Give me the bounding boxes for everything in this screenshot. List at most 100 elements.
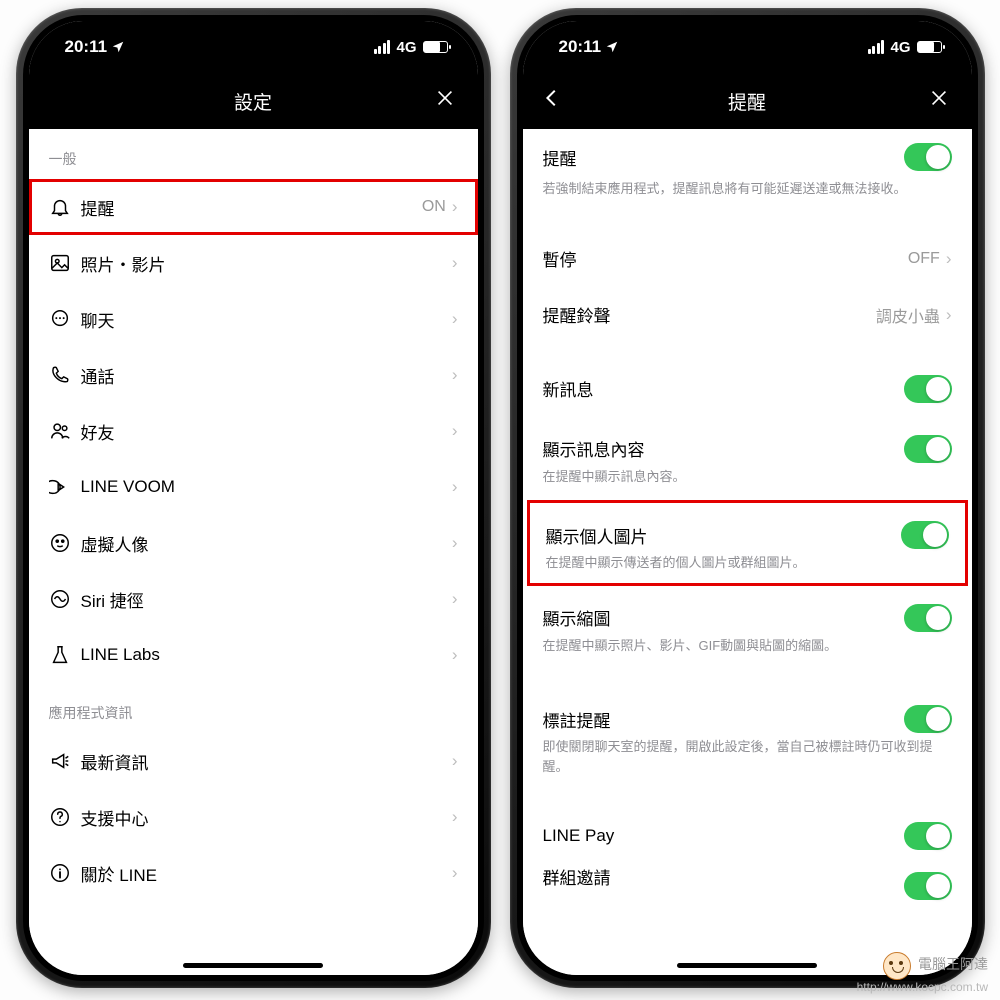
row-label: 標註提醒 xyxy=(543,707,904,732)
chevron-right-icon: › xyxy=(946,249,952,269)
notification-settings-list[interactable]: 提醒 若強制結束應用程式，提醒訊息將有可能延遲送達或無法接收。 暫停 OFF ›… xyxy=(523,129,972,975)
watermark: 電腦王阿達 http://www.kocpc.com.tw xyxy=(857,952,988,994)
toggle-line-pay[interactable] xyxy=(904,822,952,850)
row-label: 新訊息 xyxy=(543,376,904,401)
row-value: ON xyxy=(422,198,446,216)
chevron-right-icon: › xyxy=(452,807,458,827)
row-friends[interactable]: 好友 › xyxy=(29,403,478,459)
row-line-voom[interactable]: LINE VOOM › xyxy=(29,459,478,515)
row-news[interactable]: 最新資訊 › xyxy=(29,733,478,789)
row-notifications[interactable]: 提醒 ON › xyxy=(29,179,478,235)
row-desc: 若強制結束應用程式，提醒訊息將有可能延遲送達或無法接收。 xyxy=(523,179,972,213)
toggle-master-notification[interactable] xyxy=(904,143,952,171)
row-master-notification[interactable]: 提醒 xyxy=(523,129,972,185)
row-label: LINE Pay xyxy=(543,826,904,846)
row-siri[interactable]: Siri 捷徑 › xyxy=(29,571,478,627)
watermark-face-icon xyxy=(883,952,911,980)
chevron-right-icon: › xyxy=(452,477,458,497)
row-calls[interactable]: 通話 › xyxy=(29,347,478,403)
chevron-right-icon: › xyxy=(452,253,458,273)
status-time: 20:11 xyxy=(65,37,108,57)
navbar-left: 設定 xyxy=(29,73,478,129)
location-arrow-icon xyxy=(111,40,125,54)
info-icon xyxy=(49,862,71,884)
row-label: 關於 LINE xyxy=(81,861,452,886)
chevron-right-icon: › xyxy=(452,645,458,665)
row-pause[interactable]: 暫停 OFF › xyxy=(523,231,972,287)
chevron-right-icon: › xyxy=(452,533,458,553)
row-new-message[interactable]: 新訊息 xyxy=(523,361,972,417)
chevron-right-icon: › xyxy=(452,309,458,329)
row-desc: 在提醒中顯示傳送者的個人圖片或群組圖片。 xyxy=(530,553,965,579)
row-group-invite-cut[interactable]: 群組邀請 xyxy=(523,864,972,888)
row-label: 虛擬人像 xyxy=(81,531,452,556)
row-label: 提醒 xyxy=(81,195,422,220)
chevron-left-icon xyxy=(541,87,563,109)
chevron-right-icon: › xyxy=(452,421,458,441)
toggle-show-thumbnail[interactable] xyxy=(904,604,952,632)
row-about[interactable]: 關於 LINE › xyxy=(29,845,478,901)
chevron-right-icon: › xyxy=(452,365,458,385)
siri-icon xyxy=(49,588,71,610)
row-support[interactable]: 支援中心 › xyxy=(29,789,478,845)
home-indicator[interactable] xyxy=(183,963,323,968)
section-header-general: 一般 xyxy=(29,129,478,179)
toggle-show-avatar[interactable] xyxy=(901,521,949,549)
page-title: 設定 xyxy=(234,88,272,115)
row-ringtone[interactable]: 提醒鈴聲 調皮小蟲 › xyxy=(523,287,972,343)
phone-right: 20:11 4G 提醒 提醒 若強制結束應用程式，提醒訊息將有可 xyxy=(510,8,985,988)
row-desc: 在提醒中顯示照片、影片、GIF動圖與貼圖的縮圖。 xyxy=(523,636,972,670)
row-label: LINE Labs xyxy=(81,645,452,665)
row-label: 通話 xyxy=(81,363,452,388)
row-show-avatar[interactable]: 顯示個人圖片 xyxy=(530,503,965,559)
home-indicator[interactable] xyxy=(677,963,817,968)
row-value: 調皮小蟲 xyxy=(876,303,940,327)
signal-bars-icon xyxy=(374,40,391,54)
row-line-labs[interactable]: LINE Labs › xyxy=(29,627,478,683)
chat-icon xyxy=(49,308,71,330)
battery-icon xyxy=(423,41,448,53)
notch xyxy=(168,21,338,53)
toggle-new-message[interactable] xyxy=(904,375,952,403)
close-button[interactable] xyxy=(928,87,950,115)
page-title: 提醒 xyxy=(728,88,766,115)
bell-icon xyxy=(49,196,71,218)
row-label: 顯示個人圖片 xyxy=(546,523,901,548)
row-show-content[interactable]: 顯示訊息內容 xyxy=(523,417,972,473)
megaphone-icon xyxy=(49,750,71,772)
row-show-thumbnail[interactable]: 顯示縮圖 xyxy=(523,586,972,642)
settings-list[interactable]: 一般 提醒 ON › 照片・影片 › 聊天 › 通話 › xyxy=(29,129,478,975)
row-photos-videos[interactable]: 照片・影片 › xyxy=(29,235,478,291)
signal-bars-icon xyxy=(868,40,885,54)
friends-icon xyxy=(49,420,71,442)
toggle-mention[interactable] xyxy=(904,705,952,733)
flask-icon xyxy=(49,644,71,666)
row-mention[interactable]: 標註提醒 xyxy=(523,687,972,743)
close-button[interactable] xyxy=(434,87,456,115)
back-button[interactable] xyxy=(541,87,563,115)
row-label: 提醒 xyxy=(543,145,904,170)
battery-icon xyxy=(917,41,942,53)
image-icon xyxy=(49,252,71,274)
phone-icon xyxy=(49,364,71,386)
chevron-right-icon: › xyxy=(452,589,458,609)
toggle-group-invite[interactable] xyxy=(904,872,952,900)
row-label: Siri 捷徑 xyxy=(81,587,452,612)
bezel: 20:11 4G 設定 一般 提醒 ON › xyxy=(23,15,484,981)
network-label: 4G xyxy=(890,39,910,56)
toggle-show-content[interactable] xyxy=(904,435,952,463)
avatar-face-icon xyxy=(49,532,71,554)
row-label: 提醒鈴聲 xyxy=(543,302,876,327)
row-line-pay[interactable]: LINE Pay xyxy=(523,808,972,864)
row-label: 顯示縮圖 xyxy=(543,605,904,630)
play-icon xyxy=(49,476,71,498)
row-label: 顯示訊息內容 xyxy=(543,436,904,461)
row-label: 聊天 xyxy=(81,307,452,332)
notch xyxy=(662,21,832,53)
row-chat[interactable]: 聊天 › xyxy=(29,291,478,347)
row-desc: 在提醒中顯示訊息內容。 xyxy=(523,467,972,501)
row-avatar[interactable]: 虛擬人像 › xyxy=(29,515,478,571)
help-icon xyxy=(49,806,71,828)
highlight-show-avatar: 顯示個人圖片 在提醒中顯示傳送者的個人圖片或群組圖片。 xyxy=(527,500,968,586)
row-label: 最新資訊 xyxy=(81,749,452,774)
